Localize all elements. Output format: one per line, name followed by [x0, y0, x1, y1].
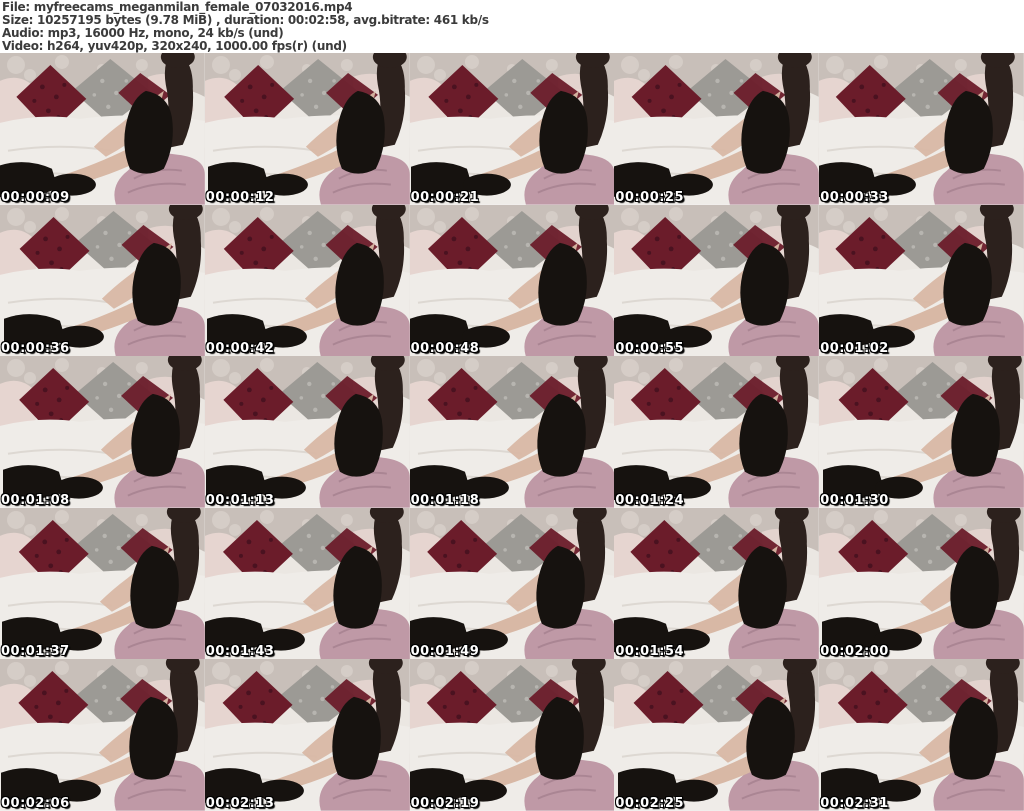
- video-thumbnail[interactable]: 00:00:21: [409, 53, 615, 205]
- video-thumbnail[interactable]: 00:00:33: [819, 53, 1024, 205]
- thumbnail-grid: 00:00:09 00:00:12 00:00:21 00:00:25 00:0…: [0, 53, 1024, 811]
- timestamp-overlay: 00:00:55: [615, 341, 685, 357]
- video-thumbnail[interactable]: 00:02:31: [819, 659, 1024, 811]
- timestamp-overlay: 00:02:19: [410, 795, 480, 811]
- thumbnail-image: [204, 507, 410, 660]
- thumbnail-image: [614, 53, 820, 205]
- video-thumbnail[interactable]: 00:00:09: [0, 53, 205, 205]
- video-thumbnail[interactable]: 00:02:13: [204, 659, 410, 811]
- video-thumbnail[interactable]: 00:01:08: [0, 356, 205, 508]
- thumbnail-image: [614, 659, 820, 811]
- thumbnail-image: [409, 507, 615, 660]
- timestamp-overlay: 00:00:42: [205, 341, 275, 357]
- timestamp-overlay: 00:01:08: [1, 492, 70, 508]
- thumbnail-image: [614, 356, 820, 508]
- timestamp-overlay: 00:00:48: [410, 341, 480, 357]
- video-thumbnail[interactable]: 00:01:37: [0, 507, 205, 660]
- video-thumbnail[interactable]: 00:00:42: [204, 204, 410, 357]
- thumbnail-image: [204, 53, 410, 205]
- timestamp-overlay: 00:02:25: [615, 795, 685, 811]
- media-info-header: File: myfreecams_meganmilan_female_07032…: [0, 0, 1024, 53]
- video-thumbnail[interactable]: 00:01:54: [614, 507, 820, 660]
- video-thumbnail[interactable]: 00:01:49: [409, 507, 615, 660]
- timestamp-overlay: 00:01:37: [1, 644, 70, 660]
- thumbnail-image: [819, 507, 1024, 660]
- timestamp-overlay: 00:00:12: [205, 189, 275, 205]
- video-thumbnail[interactable]: 00:01:02: [819, 204, 1024, 357]
- video-thumbnail[interactable]: 00:01:18: [409, 356, 615, 508]
- timestamp-overlay: 00:00:33: [820, 189, 889, 205]
- timestamp-overlay: 00:01:43: [205, 644, 275, 660]
- video-thumbnail[interactable]: 00:00:36: [0, 204, 205, 357]
- video-thumbnail[interactable]: 00:02:19: [409, 659, 615, 811]
- thumbnail-image: [204, 204, 410, 357]
- thumbnail-image: [204, 356, 410, 508]
- thumbnail-image: [0, 204, 205, 357]
- thumbnail-image: [409, 659, 615, 811]
- thumbnail-image: [0, 53, 205, 205]
- timestamp-overlay: 00:01:49: [410, 644, 480, 660]
- video-info-line: Video: h264, yuv420p, 320x240, 1000.00 f…: [2, 39, 347, 53]
- video-thumbnail[interactable]: 00:01:43: [204, 507, 410, 660]
- video-thumbnail[interactable]: 00:00:25: [614, 53, 820, 205]
- video-thumbnail[interactable]: 00:02:25: [614, 659, 820, 811]
- timestamp-overlay: 00:01:30: [820, 492, 889, 508]
- video-thumbnail[interactable]: 00:02:06: [0, 659, 205, 811]
- thumbnail-image: [204, 659, 410, 811]
- timestamp-overlay: 00:00:09: [1, 189, 70, 205]
- thumbnail-image: [614, 507, 820, 660]
- thumbnail-image: [819, 659, 1024, 811]
- timestamp-overlay: 00:01:13: [205, 492, 275, 508]
- timestamp-overlay: 00:02:31: [820, 795, 889, 811]
- timestamp-overlay: 00:01:02: [820, 341, 889, 357]
- timestamp-overlay: 00:00:21: [410, 189, 480, 205]
- thumbnail-image: [409, 53, 615, 205]
- thumbnail-image: [0, 507, 205, 660]
- thumbnail-image: [409, 204, 615, 357]
- video-thumbnail[interactable]: 00:00:12: [204, 53, 410, 205]
- thumbnail-image: [0, 659, 205, 811]
- timestamp-overlay: 00:01:24: [615, 492, 685, 508]
- timestamp-overlay: 00:00:36: [1, 341, 70, 357]
- video-thumbnail[interactable]: 00:01:24: [614, 356, 820, 508]
- video-thumbnail[interactable]: 00:00:48: [409, 204, 615, 357]
- timestamp-overlay: 00:00:25: [615, 189, 685, 205]
- thumbnail-image: [409, 356, 615, 508]
- thumbnail-image: [819, 204, 1024, 357]
- video-thumbnail[interactable]: 00:01:13: [204, 356, 410, 508]
- thumbnail-image: [819, 356, 1024, 508]
- thumbnail-image: [819, 53, 1024, 205]
- video-thumbnail[interactable]: 00:00:55: [614, 204, 820, 357]
- timestamp-overlay: 00:01:18: [410, 492, 480, 508]
- timestamp-overlay: 00:02:06: [1, 795, 70, 811]
- timestamp-overlay: 00:02:00: [820, 644, 889, 660]
- timestamp-overlay: 00:02:13: [205, 795, 275, 811]
- thumbnail-image: [614, 204, 820, 357]
- timestamp-overlay: 00:01:54: [615, 644, 685, 660]
- video-thumbnail[interactable]: 00:02:00: [819, 507, 1024, 660]
- thumbnail-image: [0, 356, 205, 508]
- contact-sheet: File: myfreecams_meganmilan_female_07032…: [0, 0, 1024, 811]
- video-thumbnail[interactable]: 00:01:30: [819, 356, 1024, 508]
